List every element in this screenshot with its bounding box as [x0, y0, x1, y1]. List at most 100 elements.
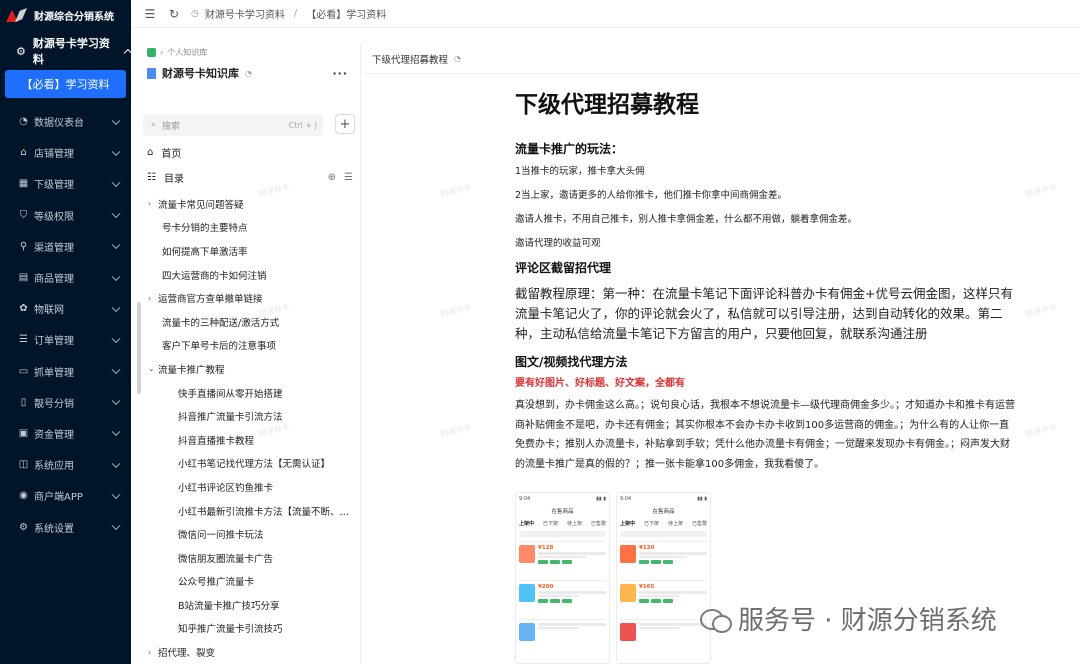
- leaf-icon: [147, 47, 156, 57]
- tree-item-label: 流量卡常见问题答疑: [158, 199, 244, 211]
- section-heading: 图文/视频找代理方法: [515, 355, 628, 369]
- section-heading: 评论区截留招代理: [515, 261, 612, 275]
- chevron-down-icon: [111, 147, 121, 156]
- chevron-right-icon[interactable]: ›: [148, 648, 158, 657]
- breadcrumb-separator: /: [293, 8, 298, 19]
- faint-watermark: 财源号卡: [1024, 182, 1058, 199]
- chevron-right-icon[interactable]: ›: [148, 199, 158, 208]
- tree-item[interactable]: 号卡分销的主要特点: [131, 216, 359, 240]
- nav-item[interactable]: ▦ 下级管理: [0, 168, 131, 199]
- paragraph: 2当上家，邀请更多的人给你推卡，他们推卡你拿中间商佣金差。: [515, 190, 788, 201]
- tree-item[interactable]: 微信问一问推卡玩法: [131, 522, 359, 546]
- tree-item[interactable]: › 运营商官方查单撤单链接: [131, 286, 359, 310]
- nav-item[interactable]: ⌂ 店铺管理: [0, 137, 131, 168]
- nav-item[interactable]: ⚙ 系统设置: [0, 511, 131, 542]
- nav-item[interactable]: ⛉ 等级权限: [0, 200, 131, 231]
- section-heading: 流量卡推广的玩法：: [515, 142, 624, 156]
- nav-item[interactable]: ▭ 抓单管理: [0, 356, 131, 387]
- phone-price: ¥128: [538, 545, 554, 551]
- faint-watermark: 财源号卡: [1024, 302, 1058, 319]
- breadcrumb-item[interactable]: 【必看】学习资料: [306, 6, 386, 21]
- nav-item-label: 抓单管理: [34, 367, 74, 379]
- nav-item[interactable]: ☰ 订单管理: [0, 324, 131, 355]
- tree-item[interactable]: 快手直播间从零开始搭建: [131, 381, 359, 405]
- nav-item[interactable]: ◫ 系统应用: [0, 449, 131, 480]
- tree-item[interactable]: 公众号推广流量卡: [131, 570, 359, 594]
- nav-item[interactable]: ⚲ 渠道管理: [0, 231, 131, 262]
- nav-item-label: 物联网: [34, 305, 64, 317]
- info-icon[interactable]: ◔: [454, 54, 461, 63]
- merchant-app-icon: ◉: [19, 490, 28, 502]
- tree-item-label: B站流量卡推广技巧分享: [178, 600, 280, 612]
- nav-item[interactable]: ✿ 物联网: [0, 293, 131, 324]
- watermark-text: 服务号 · 财源分销系统: [738, 606, 997, 636]
- breadcrumb-item[interactable]: 财源号卡学习资料: [205, 6, 285, 21]
- nav-item[interactable]: ◔ 数据仪表台: [0, 106, 131, 137]
- top-header: ☰ ↻ ◷ 财源号卡学习资料 / 【必看】学习资料: [131, 0, 1080, 28]
- gear-icon: ⚙: [19, 521, 28, 533]
- nav-item-label: 商户端APP: [34, 492, 83, 504]
- locate-icon[interactable]: ⊕: [328, 172, 336, 183]
- collapse-icon[interactable]: ☰: [344, 172, 353, 183]
- tree-item[interactable]: 小红书评论区钓鱼推卡: [131, 475, 359, 499]
- phone-icon: ▯: [20, 396, 27, 408]
- tree-item-label: 客户下单号卡后的注意事项: [162, 341, 277, 353]
- info-icon[interactable]: ◔: [245, 69, 252, 78]
- nav-item[interactable]: ▤ 商品管理: [0, 262, 131, 293]
- kb-path[interactable]: ‹ 个人知识库: [131, 44, 360, 60]
- menu-toggle-icon[interactable]: ☰: [143, 7, 157, 21]
- tree-item[interactable]: 四大运营商的卡如何注销: [131, 263, 359, 287]
- brand[interactable]: 财源综合分销系统: [0, 0, 131, 30]
- chevron-down-icon: [111, 396, 121, 406]
- tree-item[interactable]: 客户下单号卡后的注意事项: [131, 334, 359, 358]
- nav-item[interactable]: ▣ 资金管理: [0, 418, 131, 449]
- nav-group-label: 财源号卡学习资料: [32, 37, 110, 66]
- tree-item[interactable]: › 流量卡常见问题答疑: [131, 192, 359, 216]
- tree-item[interactable]: 小红书最新引流推卡方法【流量不断、…: [131, 499, 359, 523]
- nav-list: ◔ 数据仪表台 ⌂ 店铺管理 ▦ 下级管理 ⛉ 等级权限 ⚲ 渠道管理 ▤ 商品管理 ✿ 物联网 ☰ 订单管理…: [0, 106, 131, 543]
- tree-item[interactable]: ⌄ 流量卡推广教程: [131, 357, 359, 381]
- nav-item-label: 资金管理: [34, 429, 74, 441]
- search-placeholder: 搜索: [162, 121, 181, 132]
- phone-price: ¥130: [639, 545, 655, 551]
- nav-item[interactable]: ◉ 商户端APP: [0, 480, 131, 511]
- tree-item-label: 小红书最新引流推卡方法【流量不断、…: [178, 506, 350, 518]
- search-input[interactable]: ⌕ 搜索 Ctrl + J: [143, 114, 323, 136]
- kb-toc-label: 目录: [163, 173, 184, 185]
- tree-item[interactable]: 小红书笔记找代理方法【无需认证】: [131, 452, 359, 476]
- nav-item-must-read[interactable]: 【必看】学习资料: [5, 70, 126, 98]
- add-button[interactable]: +: [335, 114, 355, 134]
- more-icon[interactable]: ···: [332, 67, 348, 80]
- tree-item[interactable]: 抖音直播推卡教程: [131, 428, 359, 452]
- chevron-right-icon[interactable]: ›: [148, 294, 158, 303]
- tree-item-label: 公众号推广流量卡: [178, 577, 255, 589]
- tree-scrollbar[interactable]: [137, 302, 141, 394]
- phone-tab: 已下架: [542, 521, 558, 527]
- search-shortcut: Ctrl + J: [288, 120, 317, 130]
- document-body: 下级代理招募教程 流量卡推广的玩法： 1当推卡的玩家，推卡拿大头佣 2当上家，邀…: [515, 84, 1015, 474]
- tree-item-label: 抖音直播推卡教程: [178, 435, 255, 447]
- toc-icon: ☷: [147, 171, 156, 183]
- chevron-down-icon: [111, 521, 121, 531]
- tree-item[interactable]: 抖音推广流量卡引流方法: [131, 404, 359, 428]
- chevron-down-icon[interactable]: ⌄: [148, 364, 158, 373]
- shield-icon: ⛉: [19, 209, 28, 221]
- wechat-icon: [700, 606, 732, 633]
- nav-group-study[interactable]: ⚙ 财源号卡学习资料: [0, 34, 133, 68]
- tree-item-label: 微信朋友圈流量卡广告: [178, 553, 274, 565]
- phone-tab: 待上架: [566, 521, 582, 527]
- kb-toc-header[interactable]: ☷ 目录 ⊕ ☰: [147, 169, 353, 185]
- tree-item[interactable]: 知乎推广流量卡引流技巧: [131, 617, 359, 641]
- tree-item[interactable]: B站流量卡推广技巧分享: [131, 593, 359, 617]
- chevron-down-icon: [111, 459, 121, 468]
- tree-item[interactable]: 流量卡的三种配送/激活方式: [131, 310, 359, 334]
- tree-item[interactable]: 微信朋友圈流量卡广告: [131, 546, 359, 570]
- tree-item[interactable]: 如何提高下单激活率: [131, 239, 359, 263]
- tree-item[interactable]: › 招代理、裂变: [131, 640, 359, 664]
- nav-item[interactable]: ▯ 靓号分销: [0, 387, 131, 418]
- phone-price: ¥165: [639, 584, 655, 590]
- paragraph: 邀请人推卡，不用自己推卡，别人推卡拿佣金差，什么都不用做，躺着拿佣金差。: [515, 214, 858, 225]
- refresh-icon[interactable]: ↻: [167, 7, 181, 21]
- tree-item-label: 知乎推广流量卡引流技巧: [178, 624, 283, 636]
- kb-home-link[interactable]: ⌂ 首页: [147, 144, 181, 160]
